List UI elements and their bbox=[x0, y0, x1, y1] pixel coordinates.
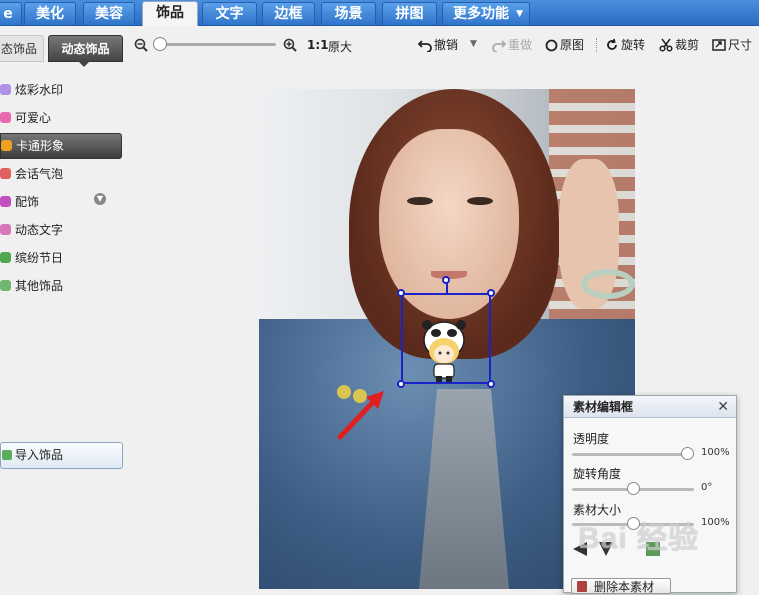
panel-title-text: 素材编辑框 bbox=[573, 400, 634, 414]
undo-dropdown-icon[interactable]: ▼ bbox=[470, 39, 477, 49]
speech-bubble-icon bbox=[0, 168, 11, 179]
nav-tab-border[interactable]: 边框 bbox=[262, 2, 315, 25]
resize-handle-top-left[interactable] bbox=[397, 289, 405, 297]
photo-bracelet bbox=[581, 269, 635, 299]
sidebar-item-label: 缤纷节日 bbox=[15, 251, 64, 265]
nav-tab-makeup[interactable]: 美容 bbox=[83, 2, 135, 25]
nav-tab-collage[interactable]: 拼图 bbox=[382, 2, 437, 25]
sidebar-item-label: 动态文字 bbox=[15, 223, 64, 237]
rotate-button[interactable]: 旋转 bbox=[605, 37, 645, 53]
sidebar-item-animated-text[interactable]: 动态文字 bbox=[0, 219, 122, 241]
rotation-slider-handle[interactable] bbox=[627, 482, 640, 495]
sidebar-item-holidays[interactable]: 缤纷节日 bbox=[0, 247, 122, 269]
sidebar-item-label: 配饰 bbox=[15, 195, 40, 209]
resize-label: 尺寸 bbox=[728, 38, 753, 52]
animated-text-icon bbox=[0, 224, 11, 235]
import-decoration-button[interactable]: 导入饰品 bbox=[0, 442, 123, 469]
sidebar-item-other[interactable]: 其他饰品 bbox=[0, 275, 122, 297]
nav-tab-more[interactable]: 更多功能 ▼ bbox=[442, 2, 530, 25]
undo-label: 撤销 bbox=[434, 38, 459, 52]
sidebar-item-label: 其他饰品 bbox=[15, 279, 64, 293]
rotation-handle[interactable] bbox=[442, 276, 450, 284]
material-edit-panel: 素材编辑框 ✕ 透明度 100% 旋转角度 0° 素材大小 100% 删除本素材 bbox=[563, 395, 737, 594]
sidebar-item-cute-hearts[interactable]: 可爱心 bbox=[0, 107, 122, 129]
opacity-slider-track[interactable] bbox=[572, 453, 694, 456]
watermark-icon bbox=[0, 84, 11, 95]
main-nav-bar: e 美化 美容 饰品 文字 边框 场景 拼图 更多功能 ▼ bbox=[0, 0, 759, 26]
nav-tab-text[interactable]: 文字 bbox=[202, 2, 257, 25]
heart-icon bbox=[0, 112, 11, 123]
sidebar-item-label: 炫彩水印 bbox=[15, 83, 64, 97]
redo-label: 重做 bbox=[508, 38, 533, 52]
nav-tab-home[interactable]: e bbox=[0, 2, 22, 25]
redo-icon bbox=[492, 40, 507, 53]
sidebar-item-label: 卡通形象 bbox=[16, 139, 65, 153]
nav-tab-beautify[interactable]: 美化 bbox=[24, 2, 76, 25]
scissors-icon bbox=[659, 38, 673, 52]
opacity-label: 透明度 bbox=[573, 432, 610, 446]
opacity-value: 100% bbox=[701, 447, 730, 458]
nav-tab-scene[interactable]: 场景 bbox=[321, 2, 376, 25]
undo-icon bbox=[417, 40, 432, 53]
rotation-angle-label: 旋转角度 bbox=[573, 467, 622, 481]
cartoon-panda-sticker[interactable] bbox=[417, 318, 471, 384]
toolbar-separator bbox=[596, 38, 597, 52]
sidebar-item-label: 可爱心 bbox=[15, 111, 52, 125]
resize-handle-bottom-right[interactable] bbox=[487, 380, 495, 388]
expand-icon[interactable]: ▼ bbox=[94, 193, 106, 205]
delete-material-button[interactable]: 删除本素材 bbox=[571, 578, 671, 594]
resize-handle-top-right[interactable] bbox=[487, 289, 495, 297]
rotate-label: 旋转 bbox=[621, 38, 646, 52]
import-decoration-label: 导入饰品 bbox=[15, 448, 64, 462]
photo-eye bbox=[467, 197, 493, 205]
chevron-down-icon: ▼ bbox=[516, 9, 523, 19]
photo-eye bbox=[407, 197, 433, 205]
zoom-slider-track[interactable] bbox=[158, 43, 276, 46]
other-decorations-icon bbox=[0, 280, 11, 291]
watermark-text: Bai 经验 bbox=[578, 522, 700, 555]
sidebar-item-colorful-watermark[interactable]: 炫彩水印 bbox=[0, 79, 122, 101]
rotation-angle-value: 0° bbox=[701, 482, 713, 493]
panel-title: 素材编辑框 bbox=[564, 396, 736, 418]
resize-button[interactable]: 尺寸 bbox=[712, 37, 752, 53]
red-arrow-annotation bbox=[337, 391, 384, 440]
cartoon-icon bbox=[1, 140, 12, 151]
zoom-in-icon[interactable] bbox=[283, 38, 297, 52]
redo-button[interactable]: 重做 bbox=[492, 37, 532, 53]
close-icon[interactable]: ✕ bbox=[717, 399, 729, 415]
sidebar-item-cartoon[interactable]: 卡通形象 bbox=[0, 133, 122, 159]
sidebar-item-speech-bubbles[interactable]: 会话气泡 bbox=[0, 163, 122, 185]
delete-material-label: 删除本素材 bbox=[594, 580, 655, 594]
rotation-handle-stem bbox=[446, 283, 448, 293]
original-image-icon bbox=[545, 39, 558, 52]
crop-button[interactable]: 裁剪 bbox=[659, 37, 699, 53]
original-size-button[interactable]: 原大 bbox=[328, 38, 352, 55]
zoom-slider-handle[interactable] bbox=[153, 37, 167, 51]
resize-handle-bottom-left[interactable] bbox=[397, 380, 405, 388]
undo-button[interactable]: 撤销 bbox=[417, 37, 459, 53]
zoom-out-icon[interactable] bbox=[134, 38, 148, 52]
gift-icon bbox=[0, 252, 11, 263]
original-image-button[interactable]: 原图 bbox=[545, 37, 584, 53]
zoom-one-to-one-button[interactable]: 1:1 bbox=[307, 38, 329, 52]
tab-static-decorations[interactable]: 态饰品 bbox=[0, 35, 44, 62]
tab-animated-decorations[interactable]: 动态饰品 bbox=[48, 35, 123, 62]
rotate-icon bbox=[607, 38, 617, 50]
crop-label: 裁剪 bbox=[675, 38, 700, 52]
subtab-pointer bbox=[78, 61, 90, 67]
original-image-label: 原图 bbox=[560, 38, 585, 52]
resize-icon bbox=[712, 39, 726, 51]
nav-tab-more-label: 更多功能 bbox=[453, 6, 509, 22]
opacity-slider-handle[interactable] bbox=[681, 447, 694, 460]
nav-tab-decorations[interactable]: 饰品 bbox=[142, 1, 198, 26]
bow-icon bbox=[0, 196, 11, 207]
trash-icon bbox=[577, 581, 587, 592]
sidebar-item-label: 会话气泡 bbox=[15, 167, 64, 181]
import-icon bbox=[2, 450, 12, 460]
baidu-watermark-logo: Bai 经验 bbox=[578, 513, 728, 559]
